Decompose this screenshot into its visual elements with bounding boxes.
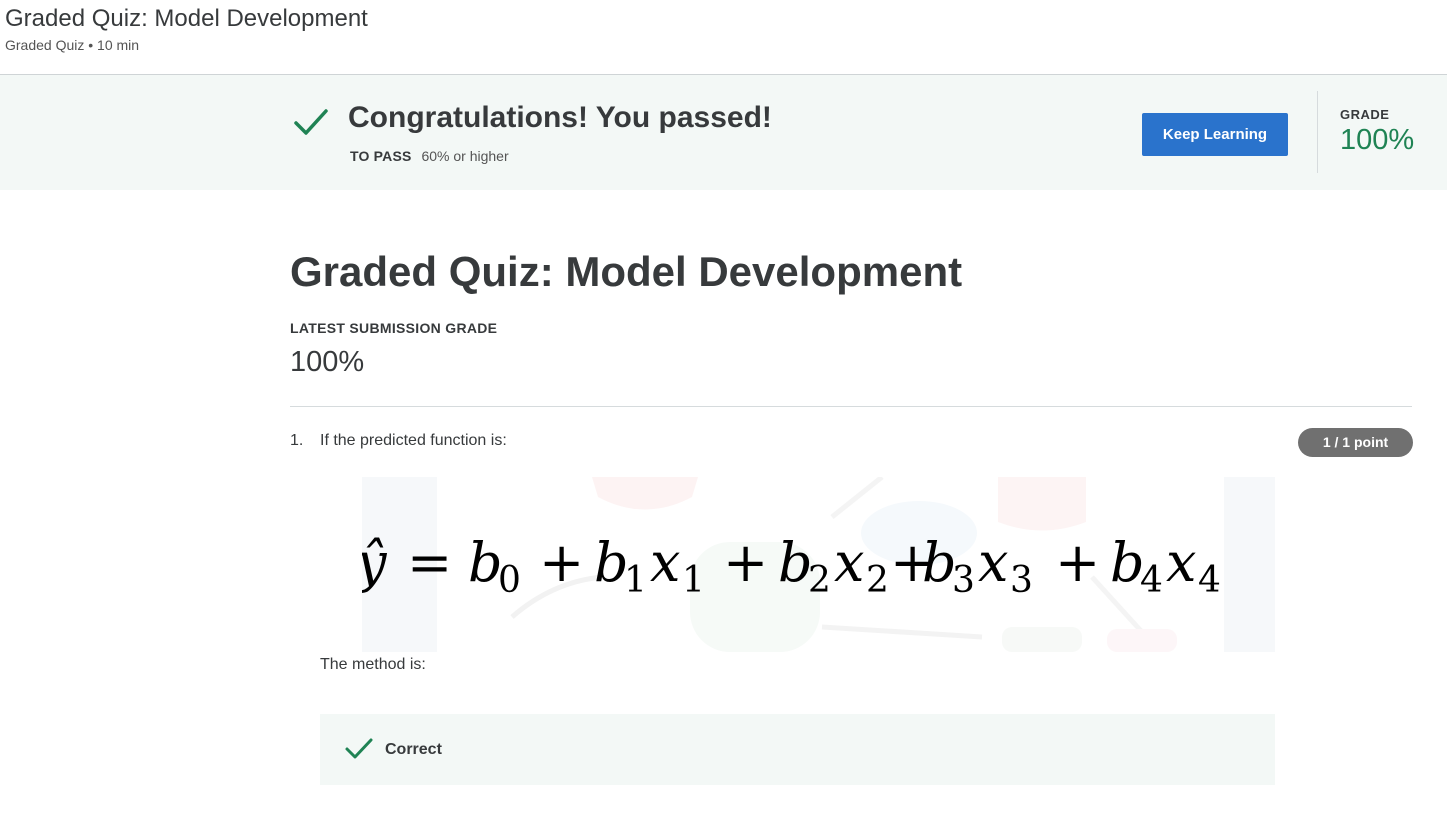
formula-x2: x bbox=[834, 531, 864, 594]
question-number: 1. bbox=[290, 432, 304, 449]
formula-equals: = bbox=[407, 531, 452, 594]
question-prompt: The method is: bbox=[320, 656, 426, 673]
quiz-title: Graded Quiz: Model Development bbox=[290, 248, 963, 295]
to-pass-label: TO PASS bbox=[350, 148, 412, 164]
latest-submission-label: LATEST SUBMISSION GRADE bbox=[290, 320, 498, 336]
points-badge: 1 / 1 point bbox=[1298, 428, 1413, 457]
header-title: Graded Quiz: Model Development bbox=[5, 5, 368, 32]
formula-b4-sub: 4 bbox=[1140, 560, 1163, 601]
check-icon bbox=[345, 738, 373, 759]
formula-plus-4: + bbox=[1055, 531, 1100, 594]
pass-message: Congratulations! You passed! bbox=[348, 101, 772, 134]
regression-formula: ŷ = b 0 + b 1 x 1 + b 2 x 2 + b 3 x 3 + … bbox=[362, 531, 1221, 601]
formula-b3-sub: 3 bbox=[952, 560, 975, 601]
formula-b1-sub: 1 bbox=[624, 560, 647, 601]
formula-x4-sub: 4 bbox=[1198, 560, 1221, 601]
formula-b2-sub: 2 bbox=[808, 560, 831, 601]
feedback-box bbox=[320, 714, 1275, 785]
question-text: If the predicted function is: bbox=[320, 432, 507, 449]
to-pass-row: TO PASS 60% or higher bbox=[350, 148, 509, 164]
keep-learning-button[interactable]: Keep Learning bbox=[1142, 113, 1288, 156]
formula-x1-sub: 1 bbox=[682, 560, 705, 601]
to-pass-value: 60% or higher bbox=[421, 148, 509, 164]
formula-x3-sub: 3 bbox=[1010, 560, 1033, 601]
formula-plus-2: + bbox=[723, 531, 768, 594]
formula-b0-sub: 0 bbox=[498, 560, 521, 601]
section-divider bbox=[290, 406, 1412, 407]
grade-divider bbox=[1317, 91, 1318, 173]
header-subtitle: Graded Quiz • 10 min bbox=[5, 37, 140, 53]
formula-x2-sub: 2 bbox=[866, 560, 889, 601]
top-header: Graded Quiz: Model Development Graded Qu… bbox=[0, 0, 1447, 75]
formula-x3: x bbox=[978, 531, 1008, 594]
latest-submission-value: 100% bbox=[290, 346, 365, 378]
check-icon bbox=[294, 109, 328, 135]
formula-image: ŷ = b 0 + b 1 x 1 + b 2 x 2 + b 3 x 3 + … bbox=[362, 477, 1275, 652]
grade-value: 100% bbox=[1340, 124, 1415, 156]
formula-x4: x bbox=[1166, 531, 1196, 594]
formula-plus-1: + bbox=[539, 531, 584, 594]
feedback-text: Correct bbox=[385, 741, 442, 758]
grade-label: GRADE bbox=[1340, 107, 1390, 122]
formula-x1: x bbox=[650, 531, 680, 594]
formula-lhs: ŷ bbox=[362, 531, 388, 594]
